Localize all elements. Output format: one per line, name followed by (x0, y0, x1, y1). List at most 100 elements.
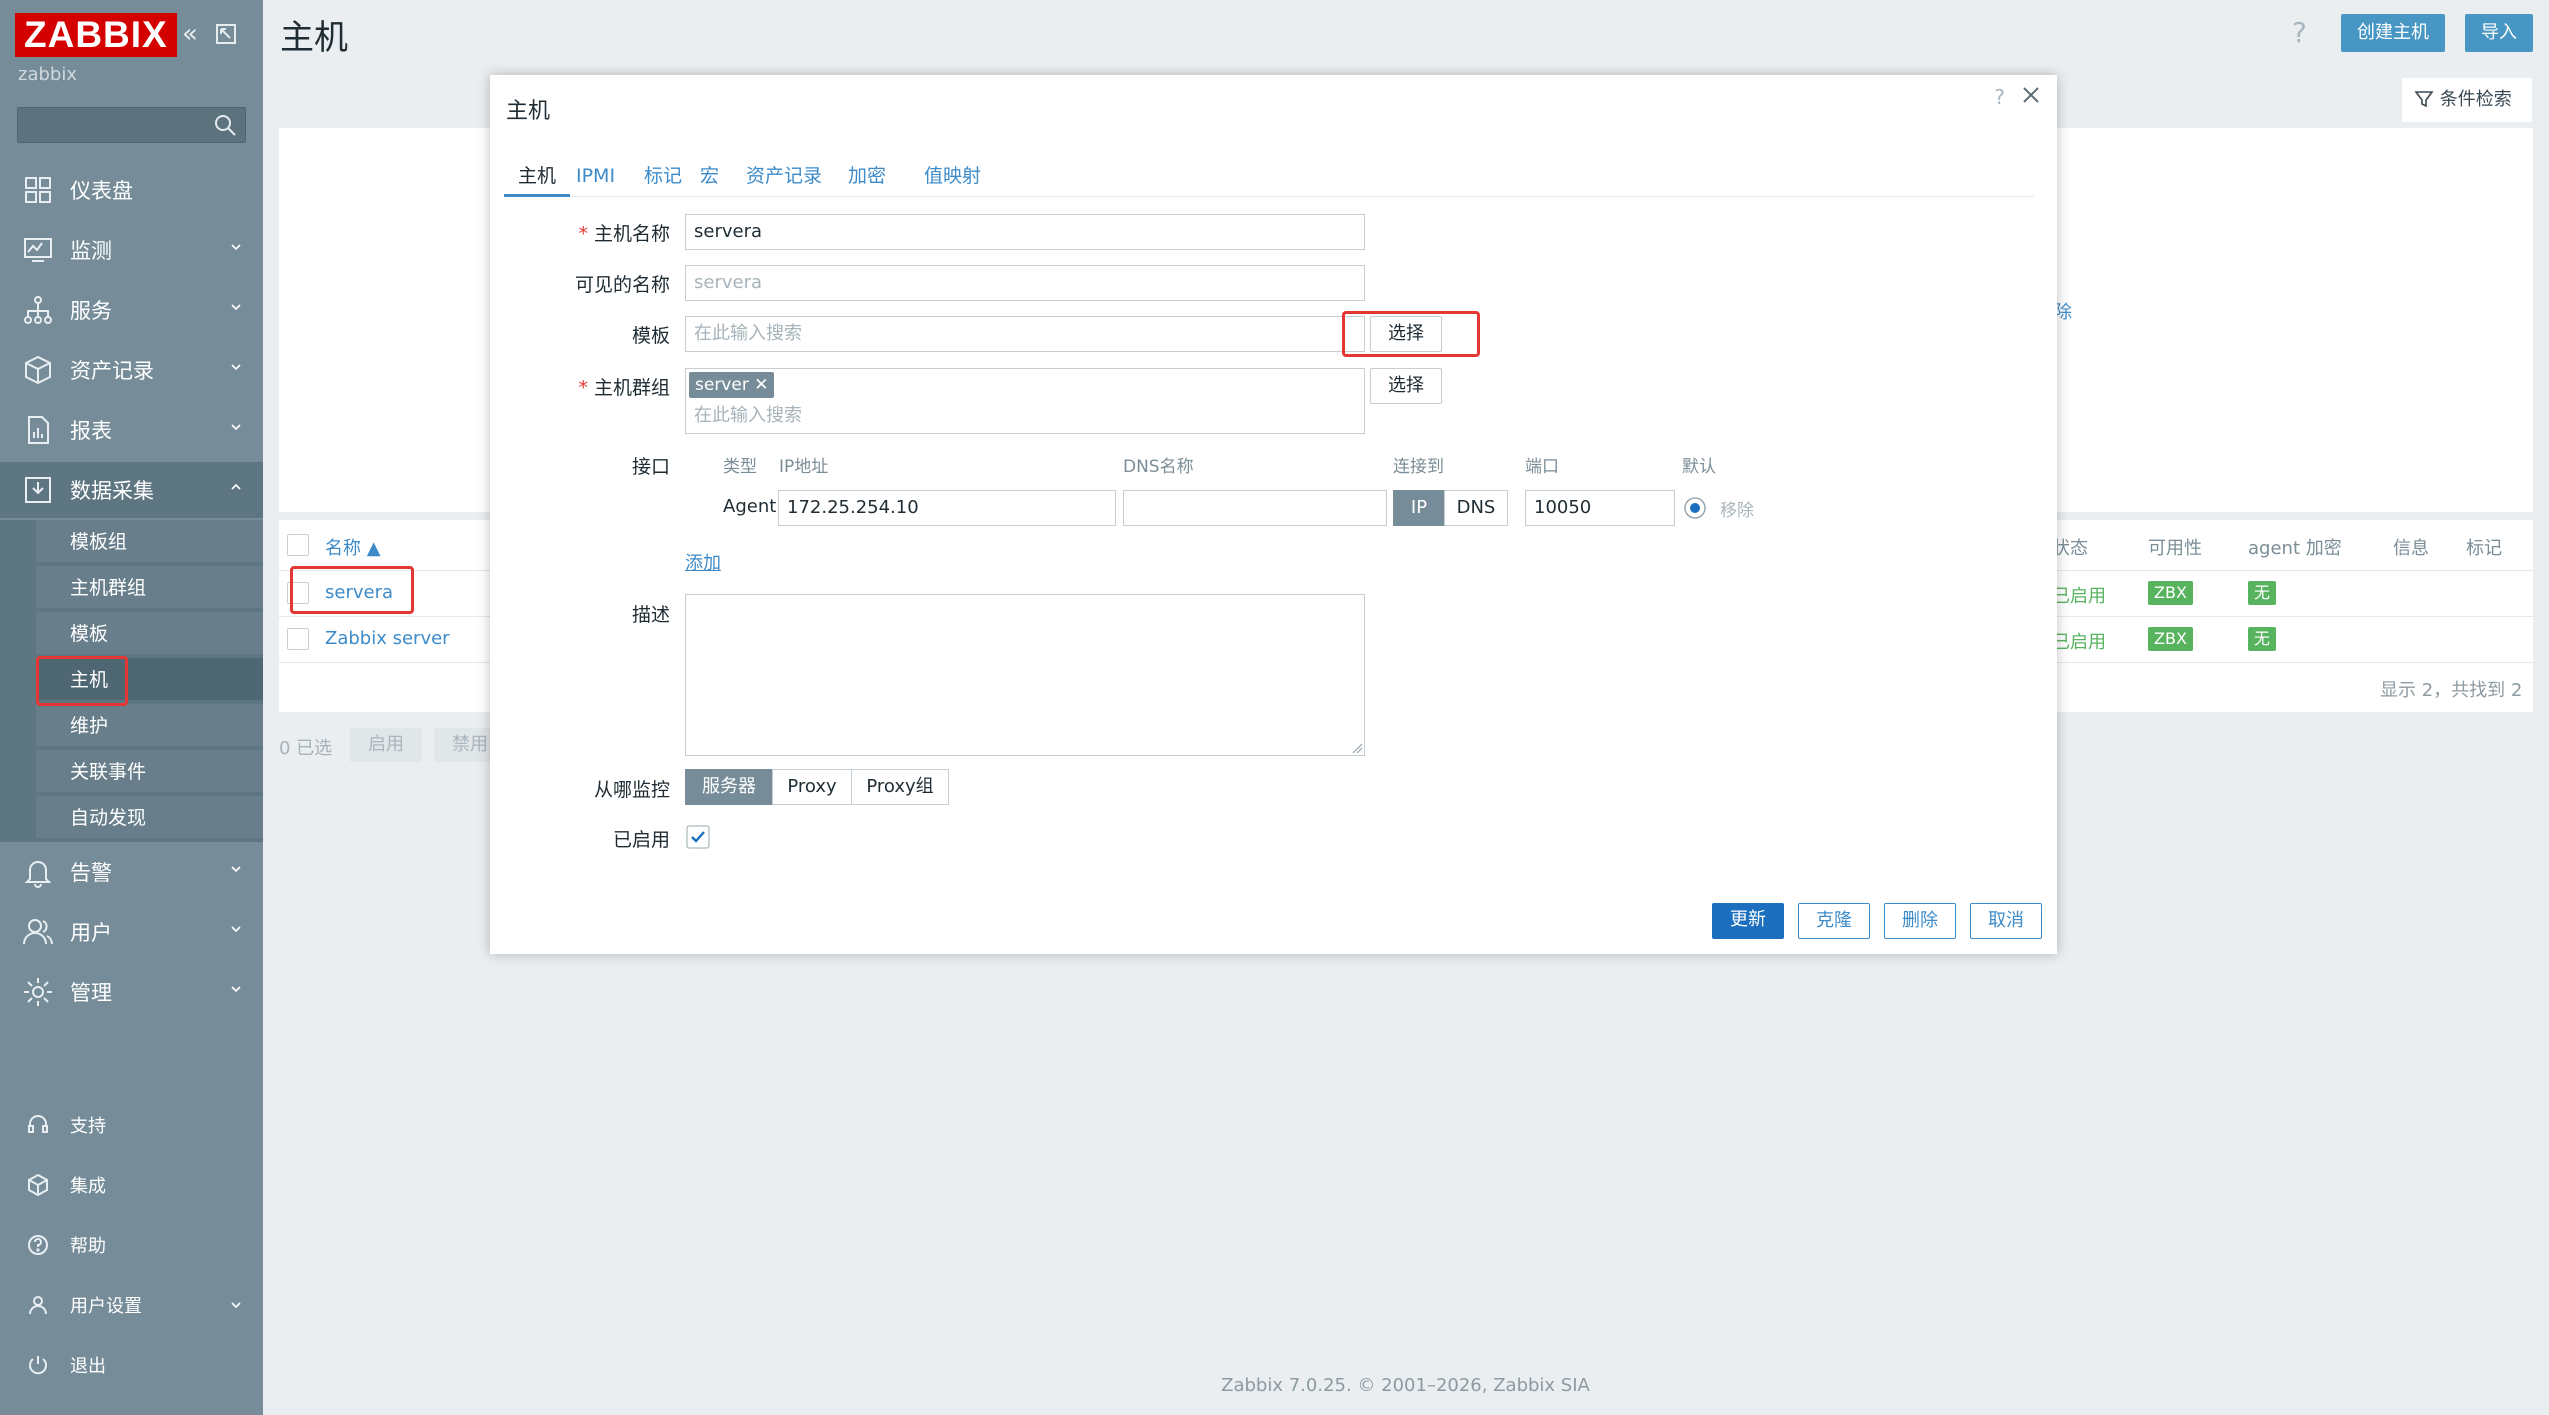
monitored-by-server[interactable]: 服务器 (685, 769, 773, 805)
help-icon[interactable]: ? (2292, 16, 2307, 49)
nav-support[interactable]: 支持 (0, 1100, 263, 1150)
select-all-checkbox[interactable] (287, 534, 309, 556)
host-groups-select-button[interactable]: 选择 (1370, 368, 1442, 404)
zabbix-logo[interactable]: ZABBIX (15, 13, 177, 57)
dns-name-input[interactable] (1123, 490, 1387, 526)
if-header-ip: IP地址 (779, 457, 829, 477)
description-label: 描述 (631, 604, 670, 626)
if-header-default: 默认 (1682, 457, 1716, 477)
nav-administration[interactable]: 管理 (0, 964, 263, 1020)
tab-tags[interactable]: 标记 (644, 159, 682, 197)
nav-label: 报表 (70, 419, 112, 443)
chevron-down-icon (231, 244, 241, 251)
description-textarea[interactable] (685, 594, 1365, 756)
nav-user-settings[interactable]: 用户设置 (0, 1280, 263, 1330)
port-input[interactable]: 10050 (1525, 490, 1675, 526)
close-icon[interactable] (2019, 83, 2043, 107)
nav-data-collection[interactable]: 数据采集 (0, 462, 263, 518)
gear-icon (20, 974, 56, 1010)
group-chip-label: server (695, 375, 749, 395)
submenu-template-groups[interactable]: 模板组 (36, 520, 263, 564)
default-interface-radio[interactable] (1682, 495, 1708, 521)
filter-tab[interactable]: 条件检索 (2402, 78, 2532, 122)
nav-inventory[interactable]: 资产记录 (0, 342, 263, 398)
resize-handle-icon[interactable] (1351, 742, 1363, 754)
submenu-templates[interactable]: 模板 (36, 612, 263, 656)
tab-host[interactable]: 主机 (504, 159, 571, 197)
status-enabled[interactable]: 已启用 (2052, 582, 2106, 608)
chevron-down-icon (231, 926, 241, 933)
nav-label: 帮助 (70, 1236, 106, 1257)
chevron-down-icon (231, 304, 241, 311)
clone-button[interactable]: 克隆 (1798, 903, 1870, 939)
tab-inventory[interactable]: 资产记录 (746, 159, 822, 197)
status-enabled[interactable]: 已启用 (2052, 628, 2106, 654)
delete-button[interactable]: 删除 (1884, 903, 1956, 939)
column-status: 状态 (2052, 538, 2088, 559)
nav-alerts[interactable]: 告警 (0, 844, 263, 900)
remove-interface-link[interactable]: 移除 (1720, 496, 1754, 521)
chevron-down-icon (231, 986, 241, 993)
monitored-by-label: 从哪监控 (593, 779, 670, 801)
nav-users[interactable]: 用户 (0, 904, 263, 960)
nav-label: 用户设置 (70, 1296, 142, 1317)
tab-encryption[interactable]: 加密 (848, 159, 886, 197)
table-summary: 显示 2，共找到 2 (2380, 680, 2523, 701)
submenu-discovery[interactable]: 自动发现 (36, 796, 263, 840)
nav-services[interactable]: 服务 (0, 282, 263, 338)
enable-button[interactable]: 启用 (350, 728, 422, 762)
row-checkbox[interactable] (287, 628, 309, 650)
update-button[interactable]: 更新 (1712, 903, 1784, 939)
column-name[interactable]: 名称 ▲ (325, 534, 381, 560)
monitored-by-proxy-group[interactable]: Proxy组 (851, 769, 949, 805)
visible-name-label: 可见的名称 (574, 274, 670, 296)
sidebar-search-input[interactable] (17, 107, 246, 143)
chevron-down-icon (231, 1302, 241, 1309)
ip-address-input[interactable]: 172.25.254.10 (778, 490, 1116, 526)
templates-label: 模板 (631, 325, 670, 347)
host-link-zabbix-server[interactable]: Zabbix server (325, 628, 450, 649)
dialog-help-icon[interactable]: ? (1994, 85, 2005, 109)
submenu-event-correlation[interactable]: 关联事件 (36, 750, 263, 794)
templates-search-input[interactable]: 在此输入搜索 (685, 316, 1365, 352)
connect-ip-toggle[interactable]: IP (1393, 490, 1445, 526)
tab-value-mapping[interactable]: 值映射 (924, 159, 981, 197)
create-host-button[interactable]: 创建主机 (2341, 14, 2445, 52)
column-agent-encryption: agent 加密 (2248, 538, 2342, 559)
tab-macros[interactable]: 宏 (700, 159, 719, 197)
reports-icon (20, 412, 56, 448)
add-interface-link[interactable]: 添加 (685, 549, 721, 575)
host-groups-label: * 主机群组 (578, 377, 670, 399)
import-button[interactable]: 导入 (2465, 14, 2533, 52)
tab-ipmi[interactable]: IPMI (576, 159, 615, 197)
encryption-badge: 无 (2248, 627, 2277, 651)
data-collection-icon (20, 472, 56, 508)
monitored-by-proxy[interactable]: Proxy (772, 769, 852, 805)
nav-help[interactable]: 帮助 (0, 1220, 263, 1270)
host-name-input[interactable]: servera (685, 214, 1365, 250)
search-icon[interactable] (211, 111, 239, 139)
sidebar: ZABBIX « zabbix 仪表盘 监测 服务 资产记录 报表 数据采集 模… (0, 0, 263, 1415)
group-chip[interactable]: server ✕ (689, 372, 775, 398)
submenu-host-groups[interactable]: 主机群组 (36, 566, 263, 610)
host-groups-placeholder: 在此输入搜索 (694, 405, 802, 426)
chevron-down-icon (231, 364, 241, 371)
visible-name-input[interactable]: servera (685, 265, 1365, 301)
nav-integrations[interactable]: 集成 (0, 1160, 263, 1210)
nav-reports[interactable]: 报表 (0, 402, 263, 458)
collapse-sidebar-icon[interactable]: « (176, 20, 204, 48)
host-name-label: * 主机名称 (578, 223, 670, 245)
nav-label: 用户 (70, 921, 112, 945)
if-header-dns: DNS名称 (1123, 457, 1194, 477)
cancel-button[interactable]: 取消 (1970, 903, 2042, 939)
submenu-maintenance[interactable]: 维护 (36, 704, 263, 748)
users-icon (20, 914, 56, 950)
nav-monitoring[interactable]: 监测 (0, 222, 263, 278)
chip-remove-icon[interactable]: ✕ (754, 375, 768, 395)
nav-dashboard[interactable]: 仪表盘 (0, 162, 263, 218)
nav-label: 资产记录 (70, 359, 154, 383)
kiosk-mode-icon[interactable] (212, 20, 240, 48)
selected-count: 0 已选 (279, 738, 333, 759)
enabled-checkbox[interactable] (686, 825, 710, 849)
connect-dns-toggle[interactable]: DNS (1444, 490, 1508, 526)
